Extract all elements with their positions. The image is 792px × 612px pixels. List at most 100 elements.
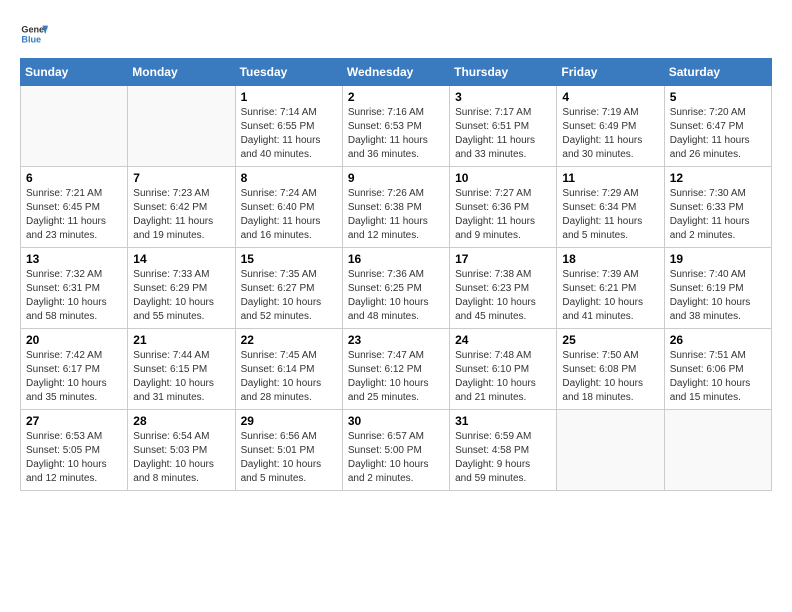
calendar-cell: 28Sunrise: 6:54 AM Sunset: 5:03 PM Dayli… xyxy=(128,410,235,491)
calendar-cell: 23 Sunrise: 7:47 AM Sunset: 6:12 PM Dayli… xyxy=(342,329,449,410)
day-number: 13 xyxy=(26,252,122,266)
calendar-cell: 18 Sunrise: 7:39 AM Sunset: 6:21 PM Dayli… xyxy=(557,248,664,329)
calendar-cell: 7 Sunrise: 7:23 AM Sunset: 6:42 PM Daylig… xyxy=(128,167,235,248)
day-number: 2 xyxy=(348,90,444,104)
day-info: Sunrise: 6:57 AM Sunset: 5:00 PM Dayligh… xyxy=(348,430,444,486)
calendar-cell: 16 Sunrise: 7:36 AM Sunset: 6:25 PM Dayli… xyxy=(342,248,449,329)
day-info: Sunrise: 7:14 AM Sunset: 6:55 PM Dayligh… xyxy=(241,106,337,162)
day-info: Sunrise: 7:20 AM Sunset: 6:47 PM Dayligh… xyxy=(670,106,766,162)
day-info: Sunrise: 6:53 AM Sunset: 5:05 PM Dayligh… xyxy=(26,430,122,486)
day-info: Sunrise: 7:47 AM Sunset: 6:12 PM Dayligh… xyxy=(348,349,444,405)
calendar-table: SundayMondayTuesdayWednesdayThursdayFrid… xyxy=(20,58,772,491)
day-number: 8 xyxy=(241,171,337,185)
day-info: Sunrise: 7:27 AM Sunset: 6:36 PM Dayligh… xyxy=(455,187,551,243)
week-row-4: 20 Sunrise: 7:42 AM Sunset: 6:17 PM Dayli… xyxy=(21,329,772,410)
day-info: Sunrise: 7:30 AM Sunset: 6:33 PM Dayligh… xyxy=(670,187,766,243)
day-info: Sunrise: 7:26 AM Sunset: 6:38 PM Dayligh… xyxy=(348,187,444,243)
day-info: Sunrise: 7:39 AM Sunset: 6:21 PM Dayligh… xyxy=(562,268,658,324)
weekday-header-saturday: Saturday xyxy=(664,59,771,86)
weekday-header-sunday: Sunday xyxy=(21,59,128,86)
weekday-header-thursday: Thursday xyxy=(450,59,557,86)
day-info: Sunrise: 7:29 AM Sunset: 6:34 PM Dayligh… xyxy=(562,187,658,243)
calendar-cell: 11 Sunrise: 7:29 AM Sunset: 6:34 PM Dayli… xyxy=(557,167,664,248)
day-number: 22 xyxy=(241,333,337,347)
day-number: 21 xyxy=(133,333,229,347)
day-number: 1 xyxy=(241,90,337,104)
week-row-5: 27 Sunrise: 6:53 AM Sunset: 5:05 PM Dayli… xyxy=(21,410,772,491)
logo: General Blue xyxy=(20,20,52,48)
calendar-cell: 15 Sunrise: 7:35 AM Sunset: 6:27 PM Dayli… xyxy=(235,248,342,329)
day-info: Sunrise: 7:40 AM Sunset: 6:19 PM Dayligh… xyxy=(670,268,766,324)
calendar-cell: 13 Sunrise: 7:32 AM Sunset: 6:31 PM Dayli… xyxy=(21,248,128,329)
day-info: Sunrise: 7:45 AM Sunset: 6:14 PM Dayligh… xyxy=(241,349,337,405)
day-info: Sunrise: 7:17 AM Sunset: 6:51 PM Dayligh… xyxy=(455,106,551,162)
calendar-cell: 5 Sunrise: 7:20 AM Sunset: 6:47 PM Daylig… xyxy=(664,86,771,167)
day-number: 27 xyxy=(26,414,122,428)
calendar-cell: 21Sunrise: 7:44 AM Sunset: 6:15 PM Dayli… xyxy=(128,329,235,410)
calendar-cell: 22 Sunrise: 7:45 AM Sunset: 6:14 PM Dayli… xyxy=(235,329,342,410)
day-number: 15 xyxy=(241,252,337,266)
day-number: 3 xyxy=(455,90,551,104)
day-number: 30 xyxy=(348,414,444,428)
day-info: Sunrise: 7:51 AM Sunset: 6:06 PM Dayligh… xyxy=(670,349,766,405)
calendar-cell: 2Sunrise: 7:16 AM Sunset: 6:53 PM Daylig… xyxy=(342,86,449,167)
weekday-header-monday: Monday xyxy=(128,59,235,86)
day-number: 18 xyxy=(562,252,658,266)
svg-text:Blue: Blue xyxy=(21,34,41,44)
calendar-cell: 3 Sunrise: 7:17 AM Sunset: 6:51 PM Daylig… xyxy=(450,86,557,167)
calendar-cell xyxy=(557,410,664,491)
day-info: Sunrise: 7:48 AM Sunset: 6:10 PM Dayligh… xyxy=(455,349,551,405)
day-info: Sunrise: 7:38 AM Sunset: 6:23 PM Dayligh… xyxy=(455,268,551,324)
day-number: 31 xyxy=(455,414,551,428)
week-row-3: 13 Sunrise: 7:32 AM Sunset: 6:31 PM Dayli… xyxy=(21,248,772,329)
calendar-cell xyxy=(21,86,128,167)
day-info: Sunrise: 6:54 AM Sunset: 5:03 PM Dayligh… xyxy=(133,430,229,486)
page-header: General Blue xyxy=(20,20,772,48)
calendar-cell: 31 Sunrise: 6:59 AM Sunset: 4:58 PM Dayli… xyxy=(450,410,557,491)
week-row-2: 6Sunrise: 7:21 AM Sunset: 6:45 PM Daylig… xyxy=(21,167,772,248)
calendar-cell: 12 Sunrise: 7:30 AM Sunset: 6:33 PM Dayli… xyxy=(664,167,771,248)
day-number: 4 xyxy=(562,90,658,104)
day-info: Sunrise: 7:35 AM Sunset: 6:27 PM Dayligh… xyxy=(241,268,337,324)
day-number: 11 xyxy=(562,171,658,185)
day-number: 24 xyxy=(455,333,551,347)
calendar-cell: 8Sunrise: 7:24 AM Sunset: 6:40 PM Daylig… xyxy=(235,167,342,248)
calendar-cell: 25Sunrise: 7:50 AM Sunset: 6:08 PM Dayli… xyxy=(557,329,664,410)
calendar-cell: 10 Sunrise: 7:27 AM Sunset: 6:36 PM Dayli… xyxy=(450,167,557,248)
calendar-cell: 27 Sunrise: 6:53 AM Sunset: 5:05 PM Dayli… xyxy=(21,410,128,491)
day-number: 6 xyxy=(26,171,122,185)
day-info: Sunrise: 7:32 AM Sunset: 6:31 PM Dayligh… xyxy=(26,268,122,324)
calendar-cell: 14 Sunrise: 7:33 AM Sunset: 6:29 PM Dayli… xyxy=(128,248,235,329)
calendar-cell: 29Sunrise: 6:56 AM Sunset: 5:01 PM Dayli… xyxy=(235,410,342,491)
day-number: 10 xyxy=(455,171,551,185)
day-info: Sunrise: 7:36 AM Sunset: 6:25 PM Dayligh… xyxy=(348,268,444,324)
weekday-header-tuesday: Tuesday xyxy=(235,59,342,86)
day-info: Sunrise: 7:50 AM Sunset: 6:08 PM Dayligh… xyxy=(562,349,658,405)
day-number: 5 xyxy=(670,90,766,104)
day-number: 20 xyxy=(26,333,122,347)
calendar-cell: 1 Sunrise: 7:14 AM Sunset: 6:55 PM Daylig… xyxy=(235,86,342,167)
calendar-cell: 17 Sunrise: 7:38 AM Sunset: 6:23 PM Dayli… xyxy=(450,248,557,329)
day-number: 16 xyxy=(348,252,444,266)
day-number: 12 xyxy=(670,171,766,185)
day-number: 26 xyxy=(670,333,766,347)
day-number: 7 xyxy=(133,171,229,185)
day-number: 9 xyxy=(348,171,444,185)
day-number: 17 xyxy=(455,252,551,266)
day-number: 14 xyxy=(133,252,229,266)
day-info: Sunrise: 7:33 AM Sunset: 6:29 PM Dayligh… xyxy=(133,268,229,324)
day-info: Sunrise: 6:56 AM Sunset: 5:01 PM Dayligh… xyxy=(241,430,337,486)
day-info: Sunrise: 7:23 AM Sunset: 6:42 PM Dayligh… xyxy=(133,187,229,243)
calendar-cell xyxy=(664,410,771,491)
calendar-cell: 24 Sunrise: 7:48 AM Sunset: 6:10 PM Dayli… xyxy=(450,329,557,410)
day-info: Sunrise: 7:42 AM Sunset: 6:17 PM Dayligh… xyxy=(26,349,122,405)
day-info: Sunrise: 6:59 AM Sunset: 4:58 PM Dayligh… xyxy=(455,430,551,486)
weekday-header-row: SundayMondayTuesdayWednesdayThursdayFrid… xyxy=(21,59,772,86)
day-number: 23 xyxy=(348,333,444,347)
weekday-header-friday: Friday xyxy=(557,59,664,86)
week-row-1: 1 Sunrise: 7:14 AM Sunset: 6:55 PM Daylig… xyxy=(21,86,772,167)
calendar-cell: 20 Sunrise: 7:42 AM Sunset: 6:17 PM Dayli… xyxy=(21,329,128,410)
calendar-cell: 6Sunrise: 7:21 AM Sunset: 6:45 PM Daylig… xyxy=(21,167,128,248)
calendar-cell: 19Sunrise: 7:40 AM Sunset: 6:19 PM Dayli… xyxy=(664,248,771,329)
calendar-cell: 9 Sunrise: 7:26 AM Sunset: 6:38 PM Daylig… xyxy=(342,167,449,248)
